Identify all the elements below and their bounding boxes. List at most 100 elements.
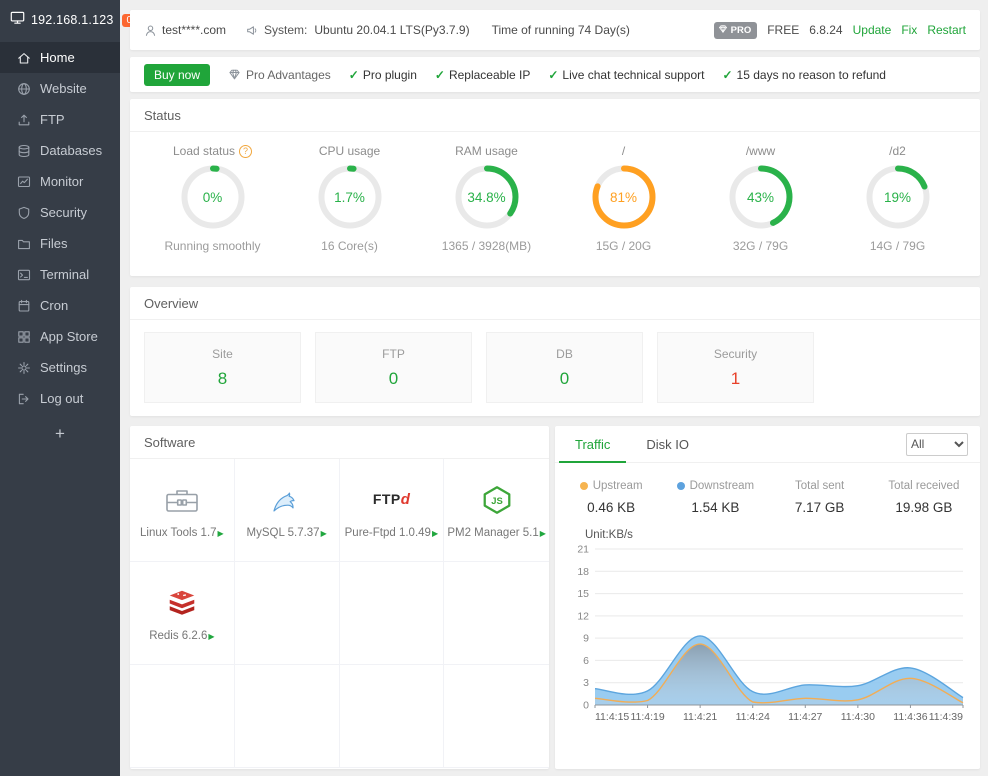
traffic-stats: Upstream0.46 KBDownstream1.54 KBTotal se… xyxy=(555,463,980,519)
account-menu[interactable]: test****.com xyxy=(144,23,226,37)
sidebar-menu: HomeWebsiteFTP Databases Monitor Security Fi… xyxy=(0,42,120,414)
overview-card-db[interactable]: DB0 xyxy=(486,332,643,403)
sidebar: 192.168.1.123 0 HomeWebsiteFTP Databases M… xyxy=(0,0,120,776)
tab-disk-io[interactable]: Disk IO xyxy=(630,426,705,463)
sidebar-item-label: Log out xyxy=(40,391,83,406)
tab-traffic[interactable]: Traffic xyxy=(559,426,626,463)
pro-advantages[interactable]: Pro Advantages xyxy=(228,68,331,82)
software-app-redis-6-2-6[interactable]: Redis 6.2.6▶ xyxy=(130,562,235,665)
traffic-panel: TrafficDisk IO All Upstream0.46 KBDownst… xyxy=(555,426,980,769)
gauge-label: /www xyxy=(746,144,775,158)
sidebar-item-security[interactable]: Security xyxy=(0,197,120,228)
mysql-icon xyxy=(270,482,304,518)
horn-icon xyxy=(246,24,259,37)
version-label: 6.8.24 xyxy=(809,23,842,37)
gauge-percent: 81% xyxy=(591,164,657,230)
promo-bar: Buy now Pro Advantages ✓Pro plugin✓Repla… xyxy=(130,57,980,92)
check-icon: ✓ xyxy=(435,68,445,82)
running-play-icon: ▶ xyxy=(321,529,327,538)
gauge-percent: 0% xyxy=(180,164,246,230)
check-icon: ✓ xyxy=(722,68,732,82)
software-empty-cell xyxy=(444,562,549,665)
server-ip: 192.168.1.123 xyxy=(31,13,114,27)
gauge-RAM-usage: RAM usage34.8%1365 / 3928(MB) xyxy=(427,144,547,253)
running-play-icon: ▶ xyxy=(540,529,546,538)
card-label: Security xyxy=(714,347,757,361)
sidebar-item-website[interactable]: Website xyxy=(0,73,120,104)
sidebar-item-ftp[interactable]: FTP xyxy=(0,104,120,135)
svg-text:11:4:15: 11:4:15 xyxy=(595,711,629,723)
gauge-: /81%15G / 20G xyxy=(564,144,684,253)
traffic-tabs: TrafficDisk IO All xyxy=(555,426,980,463)
software-app-linux-tools-1-7[interactable]: Linux Tools 1.7▶ xyxy=(130,459,235,562)
traffic-filter-select[interactable]: All xyxy=(906,433,968,456)
svg-text:6: 6 xyxy=(583,655,589,667)
stat-total-received: Total received19.98 GB xyxy=(872,480,976,515)
software-app-name: Redis 6.2.6▶ xyxy=(149,630,214,642)
svg-text:11:4:27: 11:4:27 xyxy=(788,711,822,723)
calendar-icon xyxy=(17,299,31,313)
software-empty-cell xyxy=(340,665,445,768)
gem-icon xyxy=(718,24,728,37)
ftpd-logo: FTPd xyxy=(373,482,410,518)
stat-downstream: Downstream1.54 KB xyxy=(663,480,767,515)
software-app-pure-ftpd-1-0-49[interactable]: FTPdPure-Ftpd 1.0.49▶ xyxy=(340,459,445,562)
pro-badge[interactable]: PRO xyxy=(714,22,758,39)
update-link[interactable]: Update xyxy=(853,23,892,37)
overview-card-ftp[interactable]: FTP0 xyxy=(315,332,472,403)
software-empty-cell xyxy=(444,665,549,768)
svg-text:JS: JS xyxy=(491,496,503,507)
gauge-ring: 81% xyxy=(591,164,657,230)
buy-now-button[interactable]: Buy now xyxy=(144,64,210,86)
card-value: 0 xyxy=(560,369,569,389)
system-value: Ubuntu 20.04.1 LTS(Py3.7.9) xyxy=(314,23,469,37)
fix-link[interactable]: Fix xyxy=(901,23,917,37)
gauge-caption: 16 Core(s) xyxy=(321,239,378,253)
help-icon[interactable]: ? xyxy=(239,145,252,158)
restart-link[interactable]: Restart xyxy=(927,23,966,37)
sidebar-item-terminal[interactable]: Terminal xyxy=(0,259,120,290)
sidebar-item-label: Security xyxy=(40,205,87,220)
overview-card-site[interactable]: Site8 xyxy=(144,332,301,403)
sidebar-item-files[interactable]: Files xyxy=(0,228,120,259)
sidebar-item-databases[interactable]: Databases xyxy=(0,135,120,166)
promo-feature: ✓Pro plugin xyxy=(349,68,417,82)
gauge-label: RAM usage xyxy=(455,144,518,158)
terminal-icon xyxy=(17,268,31,282)
legend-dot xyxy=(580,482,588,490)
server-identity[interactable]: 192.168.1.123 0 xyxy=(0,0,120,42)
sidebar-item-label: Terminal xyxy=(40,267,89,282)
software-app-name: Linux Tools 1.7▶ xyxy=(140,527,224,539)
gauge-ring: 0% xyxy=(180,164,246,230)
sidebar-item-home[interactable]: Home xyxy=(0,42,120,73)
sidebar-add-button[interactable]: + xyxy=(0,424,120,444)
gauge-caption: Running smoothly xyxy=(164,239,260,253)
sidebar-item-monitor[interactable]: Monitor xyxy=(0,166,120,197)
sidebar-item-label: Cron xyxy=(40,298,68,313)
svg-text:11:4:24: 11:4:24 xyxy=(736,711,770,723)
gauge-caption: 32G / 79G xyxy=(733,239,788,253)
software-empty-cell xyxy=(235,665,340,768)
promo-features: ✓Pro plugin✓Replaceable IP✓Live chat tec… xyxy=(349,68,886,82)
sidebar-item-label: Databases xyxy=(40,143,102,158)
sidebar-item-label: Files xyxy=(40,236,67,251)
promo-feature: ✓15 days no reason to refund xyxy=(722,68,886,82)
gauge-Load-status: Load status?0%Running smoothly xyxy=(153,144,273,253)
monitor-chart-icon xyxy=(17,175,31,189)
sidebar-item-cron[interactable]: Cron xyxy=(0,290,120,321)
overview-card-security[interactable]: Security1 xyxy=(657,332,814,403)
status-title: Status xyxy=(130,99,980,132)
software-app-name: MySQL 5.7.37▶ xyxy=(247,527,327,539)
software-app-name: PM2 Manager 5.1▶ xyxy=(447,527,546,539)
software-app-pm2-manager-5-1[interactable]: JS PM2 Manager 5.1▶ xyxy=(444,459,549,562)
traffic-chart-svg: 03691215182111:4:1511:4:1911:4:2111:4:24… xyxy=(567,543,968,741)
gauge-ring: 1.7% xyxy=(317,164,383,230)
sidebar-item-log-out[interactable]: Log out xyxy=(0,383,120,414)
software-app-mysql-5-7-37[interactable]: MySQL 5.7.37▶ xyxy=(235,459,340,562)
shield-icon xyxy=(17,206,31,220)
sidebar-item-settings[interactable]: Settings xyxy=(0,352,120,383)
sidebar-item-app-store[interactable]: App Store xyxy=(0,321,120,352)
toolbox-icon xyxy=(164,482,200,518)
svg-text:12: 12 xyxy=(577,610,589,622)
card-label: FTP xyxy=(382,347,405,361)
